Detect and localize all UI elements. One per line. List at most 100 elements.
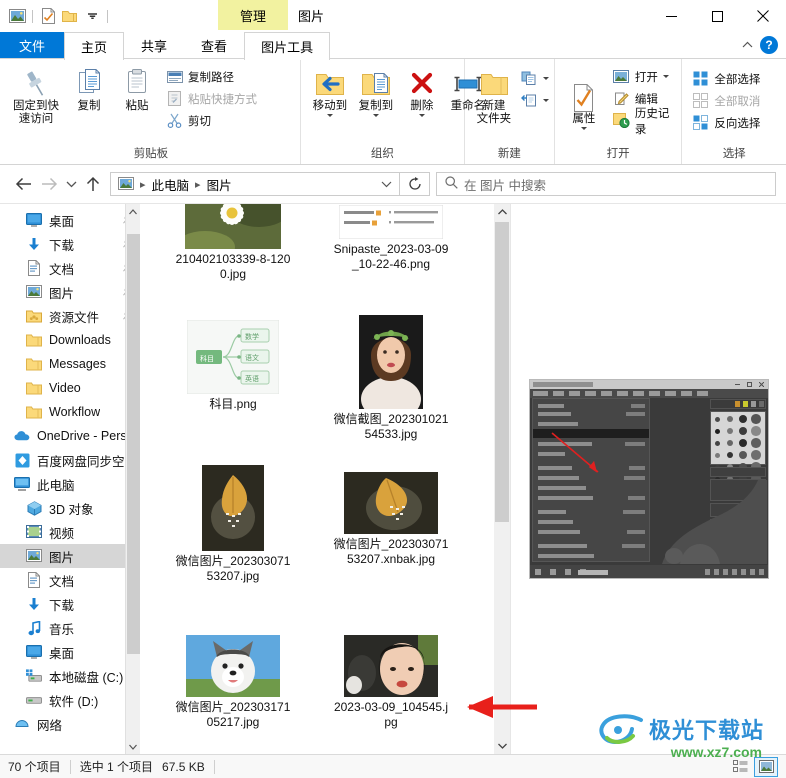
- sidebar-item--[interactable]: 图片: [0, 280, 140, 304]
- sidebar-item--[interactable]: 桌面: [0, 640, 140, 664]
- pin-to-quick-access-button[interactable]: 固定到快 速访问: [8, 63, 64, 126]
- move-to-caret-icon[interactable]: [326, 114, 333, 118]
- sidebar-item-video[interactable]: Video: [0, 376, 140, 400]
- paste-shortcut-button[interactable]: 粘贴快捷方式: [162, 88, 261, 109]
- navigation-scrollbar[interactable]: [125, 204, 140, 754]
- copy-to-caret-icon[interactable]: [372, 114, 379, 118]
- details-view-button[interactable]: [728, 757, 752, 777]
- back-button[interactable]: [10, 171, 36, 197]
- sidebar-item--[interactable]: 下载: [0, 232, 140, 256]
- sidebar-item--[interactable]: 文档: [0, 568, 140, 592]
- breadcrumb-separator-0[interactable]: ▸: [137, 178, 149, 191]
- sidebar-item--c-[interactable]: 本地磁盘 (C:): [0, 664, 140, 688]
- sidebar-item--[interactable]: 音乐: [0, 616, 140, 640]
- help-icon[interactable]: ?: [760, 36, 778, 54]
- sidebar-item--[interactable]: 资源文件: [0, 304, 140, 328]
- file-list[interactable]: 210402103339-8-1200.jpg Snipaste_2023-03-…: [140, 204, 510, 754]
- breadcrumb-separator-1[interactable]: ▸: [192, 178, 204, 191]
- nav-scroll-thumb[interactable]: [127, 234, 140, 654]
- new-item-button[interactable]: [517, 68, 553, 89]
- nav-scroll-up-icon[interactable]: [126, 204, 140, 219]
- open-caret-icon[interactable]: [662, 75, 669, 78]
- delete-button[interactable]: 删除: [399, 63, 445, 118]
- breadcrumb-item-pictures[interactable]: 图片: [204, 175, 235, 194]
- sidebar-item-onedrive-perso[interactable]: OneDrive - Perso: [0, 424, 140, 448]
- sidebar-item-3d-[interactable]: 3D 对象: [0, 496, 140, 520]
- file-item[interactable]: 微信图片_20230307153207.jpg: [154, 459, 312, 584]
- search-box[interactable]: 在 图片 中搜索: [436, 172, 776, 196]
- forward-button[interactable]: [36, 171, 62, 197]
- tab-file[interactable]: 文件: [0, 32, 65, 58]
- breadcrumb-item-this-pc[interactable]: 此电脑: [149, 175, 193, 194]
- tab-home[interactable]: 主页: [64, 32, 125, 60]
- file-item[interactable]: 2023-03-09_104545.jpg: [312, 629, 470, 730]
- delete-caret-icon[interactable]: [418, 114, 425, 118]
- open-button[interactable]: 打开: [609, 66, 676, 87]
- sidebar-item--d-[interactable]: 软件 (D:): [0, 688, 140, 712]
- invert-selection-button[interactable]: 反向选择: [688, 112, 764, 133]
- new-folder-icon[interactable]: [59, 5, 81, 27]
- select-none-button[interactable]: 全部取消: [688, 90, 764, 111]
- group-title-organize: 组织: [370, 148, 394, 160]
- copy-button[interactable]: 复制: [66, 63, 112, 113]
- collapse-ribbon-icon[interactable]: [736, 34, 758, 56]
- sidebar-item--[interactable]: 图片: [0, 544, 140, 568]
- close-button[interactable]: [740, 0, 786, 32]
- sidebar-item-workflow[interactable]: Workflow: [0, 400, 140, 424]
- cut-button[interactable]: 剪切: [162, 110, 261, 131]
- tab-view[interactable]: 查看: [184, 32, 244, 58]
- breadcrumb-dropdown-icon[interactable]: [377, 173, 395, 195]
- sidebar-item--[interactable]: 百度网盘同步空间: [0, 448, 140, 472]
- sidebar-item--[interactable]: 视频: [0, 520, 140, 544]
- refresh-button[interactable]: [400, 172, 430, 196]
- breadcrumb-bar[interactable]: ▸ 此电脑 ▸ 图片: [110, 172, 400, 196]
- sidebar-item-label: 3D 对象: [49, 502, 94, 517]
- sidebar-item--[interactable]: 网络: [0, 712, 140, 736]
- sidebar-item-downloads[interactable]: Downloads: [0, 328, 140, 352]
- sidebar-item--[interactable]: 下载: [0, 592, 140, 616]
- copy-to-button[interactable]: 复制到: [353, 63, 399, 118]
- copy-path-button[interactable]: 复制路径: [162, 66, 261, 87]
- file-item[interactable]: 210402103339-8-1200.jpg: [154, 204, 312, 282]
- file-scroll-up-icon[interactable]: [494, 204, 510, 220]
- minimize-button[interactable]: [648, 0, 694, 32]
- invert-selection-label: 反向选择: [714, 117, 761, 130]
- search-input[interactable]: 在 图片 中搜索: [464, 175, 546, 194]
- new-item-caret-icon[interactable]: [542, 77, 549, 80]
- move-to-button[interactable]: 移动到: [307, 63, 353, 118]
- up-button[interactable]: [80, 171, 106, 197]
- paste-button[interactable]: 粘贴: [114, 63, 160, 113]
- ribbon: 固定到快 速访问 复制 粘贴 复制路径 粘贴快捷方式 剪切 剪贴板 移动到 复制…: [0, 59, 786, 165]
- sidebar-item-label: 图片: [49, 550, 75, 565]
- sidebar-item--[interactable]: 桌面: [0, 208, 140, 232]
- properties-icon[interactable]: [37, 5, 59, 27]
- file-item[interactable]: 数学 语文 英语 科目 科目.png: [154, 314, 312, 412]
- pictures-icon[interactable]: [6, 5, 28, 27]
- easy-access-caret-icon[interactable]: [542, 99, 549, 102]
- sidebar-item--[interactable]: 文档: [0, 256, 140, 280]
- file-scroll-thumb[interactable]: [495, 222, 509, 522]
- copy-label: 复制: [77, 100, 101, 112]
- nav-scroll-down-icon[interactable]: [126, 739, 140, 754]
- file-list-scrollbar[interactable]: [494, 204, 510, 754]
- sidebar-item-messages[interactable]: Messages: [0, 352, 140, 376]
- file-item[interactable]: Snipaste_2023-03-09_10-22-46.png: [312, 204, 470, 272]
- new-folder-button[interactable]: 新建 文件夹: [471, 63, 517, 126]
- sidebar-item--[interactable]: 此电脑: [0, 472, 140, 496]
- history-button[interactable]: 历史记录: [609, 108, 676, 136]
- file-item[interactable]: 微信图片_20230317105217.jpg: [154, 629, 312, 730]
- tab-share[interactable]: 共享: [124, 32, 184, 58]
- copy-to-icon: [359, 66, 393, 100]
- customize-dropdown-icon[interactable]: [81, 5, 103, 27]
- properties-caret-icon[interactable]: [580, 127, 587, 131]
- recent-locations-button[interactable]: [62, 171, 80, 197]
- properties-button[interactable]: 属性: [561, 63, 607, 131]
- file-item[interactable]: 微信截图_20230102154533.jpg: [312, 309, 470, 442]
- file-item[interactable]: 微信图片_20230307153207.xnbak.jpg: [312, 466, 470, 567]
- large-icons-view-button[interactable]: [754, 756, 778, 777]
- file-scroll-down-icon[interactable]: [494, 738, 510, 754]
- maximize-button[interactable]: [694, 0, 740, 32]
- select-all-button[interactable]: 全部选择: [688, 68, 764, 89]
- tab-picture-tools[interactable]: 图片工具: [244, 32, 331, 60]
- easy-access-button[interactable]: [517, 90, 553, 111]
